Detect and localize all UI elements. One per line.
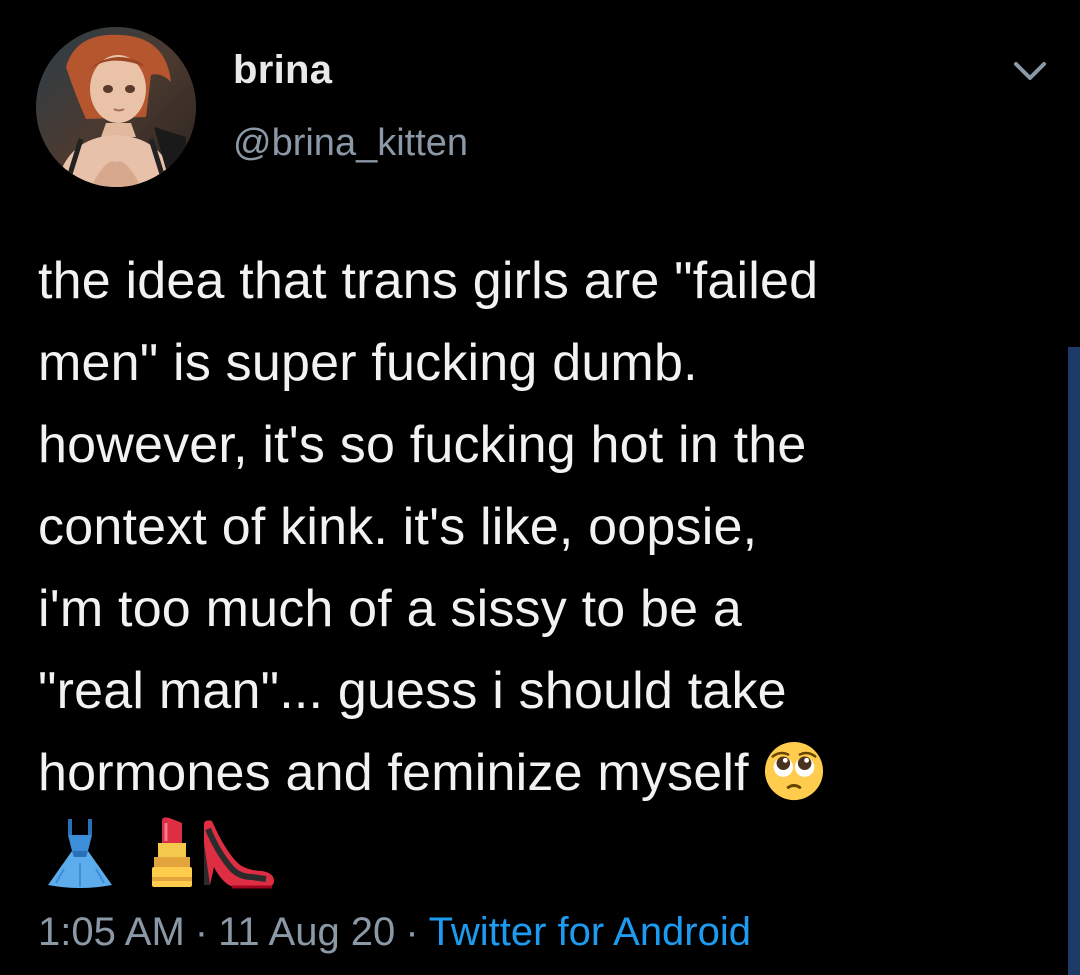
tweet-meta: 1:05 AM · 11 Aug 20 · Twitter for Android — [38, 910, 751, 955]
avatar[interactable] — [36, 27, 196, 187]
high-heel-icon — [204, 820, 274, 889]
chevron-down-icon — [1014, 62, 1046, 80]
author-handle[interactable]: @brina_kitten — [233, 122, 468, 165]
tweet-text-line-last: hormones and feminize myself — [38, 732, 1048, 814]
scrollbar[interactable] — [1068, 347, 1080, 975]
tweet-time[interactable]: 1:05 AM — [38, 910, 185, 954]
pleading-face-icon — [764, 741, 823, 801]
tweet-text-line: i'm too much of a sissy to be a — [38, 580, 742, 638]
tweet-text-line: context of kink. it's like, oopsie, — [38, 498, 758, 556]
anime-avatar-image — [36, 27, 196, 187]
meta-separator: · — [405, 910, 419, 954]
more-options-button[interactable] — [1006, 52, 1054, 92]
tweet-date[interactable]: 11 Aug 20 — [218, 910, 395, 954]
tweet-text-line: the idea that trans girls are "failed — [38, 252, 819, 310]
tweet-text-line: "real man"... guess i should take — [38, 662, 787, 720]
tweet-source-link[interactable]: Twitter for Android — [429, 910, 751, 954]
tweet-text: the idea that trans girls are "failed me… — [38, 240, 1048, 814]
author-display-name[interactable]: brina — [233, 48, 332, 93]
tweet-text-line: however, it's so fucking hot in the — [38, 416, 807, 474]
tweet-text-segment: hormones and feminize myself — [38, 744, 749, 802]
tweet-text-line: men" is super fucking dumb. — [38, 334, 698, 392]
meta-separator: · — [194, 910, 209, 954]
dress-icon — [48, 819, 112, 888]
tweet: brina @brina_kitten the idea that trans … — [0, 0, 1080, 975]
